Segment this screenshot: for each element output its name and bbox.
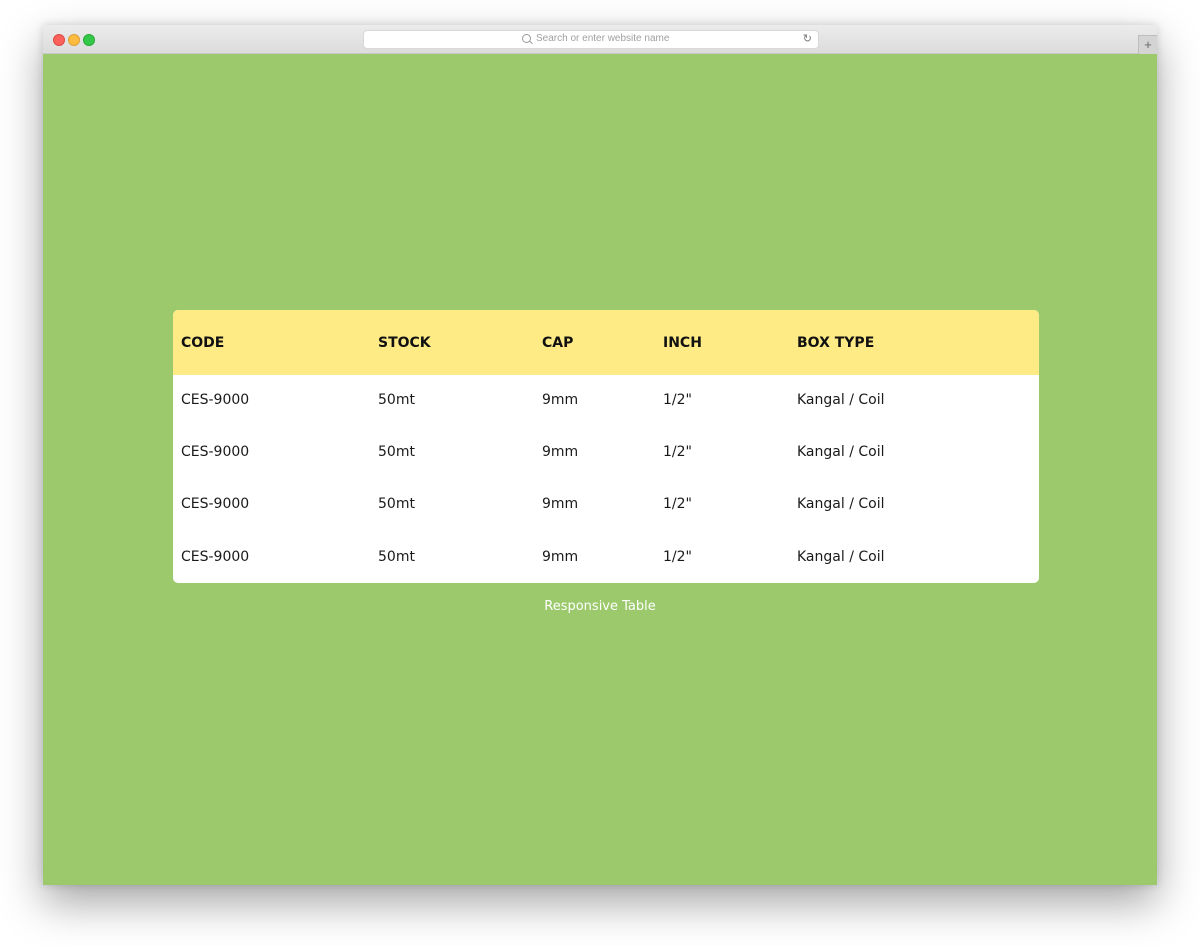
cell-cap: 9mm	[542, 496, 579, 512]
browser-titlebar: Search or enter website name ↻ +	[43, 25, 1157, 54]
cell-box-type: Kangal / Coil	[797, 496, 885, 512]
cell-stock: 50mt	[378, 392, 415, 408]
table-caption: Responsive Table	[544, 599, 656, 614]
close-window-icon[interactable]	[53, 34, 65, 46]
cell-cap: 9mm	[542, 549, 579, 565]
header-code: CODE	[181, 335, 225, 351]
maximize-window-icon[interactable]	[83, 34, 95, 46]
responsive-table: CODE STOCK CAP INCH BOX TYPE CES-9000 50…	[173, 310, 1039, 583]
header-cap: CAP	[542, 335, 574, 351]
page-content: CODE STOCK CAP INCH BOX TYPE CES-9000 50…	[43, 54, 1157, 885]
reload-icon[interactable]: ↻	[803, 32, 812, 45]
minimize-window-icon[interactable]	[68, 34, 80, 46]
cell-box-type: Kangal / Coil	[797, 549, 885, 565]
cell-stock: 50mt	[378, 549, 415, 565]
cell-box-type: Kangal / Coil	[797, 392, 885, 408]
cell-stock: 50mt	[378, 496, 415, 512]
address-bar[interactable]: Search or enter website name ↻	[363, 30, 819, 49]
cell-code: CES-9000	[181, 496, 250, 512]
header-inch: INCH	[663, 335, 702, 351]
cell-inch: 1/2"	[663, 392, 692, 408]
cell-cap: 9mm	[542, 444, 579, 460]
new-tab-button[interactable]: +	[1138, 35, 1157, 54]
cell-code: CES-9000	[181, 444, 250, 460]
cell-cap: 9mm	[542, 392, 579, 408]
cell-code: CES-9000	[181, 392, 250, 408]
cell-inch: 1/2"	[663, 549, 692, 565]
cell-inch: 1/2"	[663, 444, 692, 460]
cell-code: CES-9000	[181, 549, 250, 565]
header-box-type: BOX TYPE	[797, 335, 875, 351]
search-icon	[522, 34, 531, 43]
cell-stock: 50mt	[378, 444, 415, 460]
browser-window: Search or enter website name ↻ + CODE ST…	[43, 25, 1157, 885]
cell-box-type: Kangal / Coil	[797, 444, 885, 460]
address-placeholder: Search or enter website name	[536, 33, 670, 44]
header-stock: STOCK	[378, 335, 431, 351]
cell-inch: 1/2"	[663, 496, 692, 512]
table-header-row: CODE STOCK CAP INCH BOX TYPE	[173, 310, 1039, 375]
